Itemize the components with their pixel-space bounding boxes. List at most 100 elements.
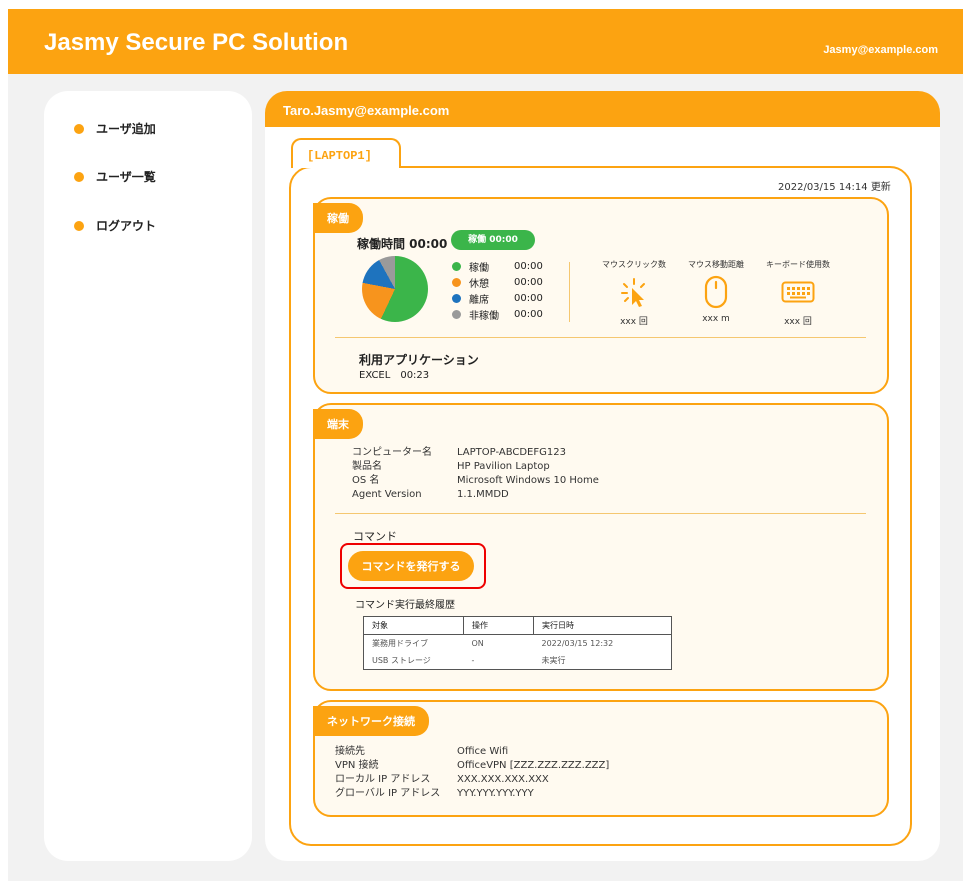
network-section-label: ネットワーク接続 xyxy=(313,706,429,736)
bullet-icon xyxy=(74,220,84,231)
legend-item: 非稼働 00:00 xyxy=(452,306,543,322)
info-key: グローバル IP アドレス xyxy=(335,788,441,799)
metric-value: xxx 回 xyxy=(620,317,648,327)
info-row: OS 名 Microsoft Windows 10 Home xyxy=(352,474,599,488)
mouse-icon xyxy=(676,274,756,310)
info-key: VPN 接続 xyxy=(335,760,379,771)
command-title: コマンド xyxy=(353,530,397,543)
column-header: 操作 xyxy=(463,616,534,635)
sidebar-item-label: ユーザ一覧 xyxy=(96,170,156,184)
info-row: ローカル IP アドレス XXX.XXX.XXX.XXX xyxy=(335,773,609,787)
info-row: グローバル IP アドレス YYY.YYY.YYY.YYY xyxy=(335,787,609,801)
legend-label: 離席 xyxy=(469,294,489,306)
info-value: HP Pavilion Laptop xyxy=(457,461,550,472)
history-title: コマンド実行最終履歴 xyxy=(355,600,455,611)
metric-mouse-distance: マウス移動距離 xxx m xyxy=(676,259,756,324)
legend-swatch xyxy=(452,261,461,271)
divider xyxy=(335,337,866,338)
legend-time: 00:00 xyxy=(514,276,543,288)
info-row: VPN 接続 OfficeVPN [ZZZ.ZZZ.ZZZ.ZZZ] xyxy=(335,759,609,773)
app-title: Jasmy Secure PC Solution xyxy=(44,29,349,56)
legend-time: 00:00 xyxy=(514,292,543,304)
info-value: LAPTOP-ABCDEFG123 xyxy=(457,447,566,458)
info-key: 製品名 xyxy=(352,461,382,472)
sidebar-item-add-user[interactable]: ユーザ追加 xyxy=(74,120,156,137)
info-value: 1.1.MMDD xyxy=(457,489,509,500)
app-name: EXCEL xyxy=(359,370,391,381)
sidebar: ユーザ追加 ユーザ一覧 ログアウト xyxy=(44,91,252,861)
command-history-table: 対象 操作 実行日時 業務用ドライブ ON 2022/03/15 12:32 U… xyxy=(363,616,672,670)
info-row: 製品名 HP Pavilion Laptop xyxy=(352,460,599,474)
updated-timestamp: 2022/03/15 14:14 更新 xyxy=(778,182,891,193)
table-cell: - xyxy=(471,656,475,665)
info-key: ローカル IP アドレス xyxy=(335,774,431,785)
app-time: 00:23 xyxy=(400,370,430,381)
legend-item: 休憩 00:00 xyxy=(452,274,543,290)
header-user-email: Jasmy@example.com xyxy=(823,44,938,56)
main-panel-header: Taro.Jasmy@example.com xyxy=(265,91,940,127)
info-value: Office Wifi xyxy=(457,746,509,757)
legend-time: 00:00 xyxy=(514,260,543,272)
keyboard-icon xyxy=(758,274,838,310)
sidebar-item-label: ユーザ追加 xyxy=(96,122,156,136)
bullet-icon xyxy=(74,123,84,134)
metric-label: マウスクリック数 xyxy=(602,260,666,269)
status-pie-chart xyxy=(362,256,428,322)
divider xyxy=(335,513,866,514)
info-key: コンピューター名 xyxy=(352,447,432,458)
legend-item: 離席 00:00 xyxy=(452,290,543,306)
bullet-icon xyxy=(74,171,84,182)
info-row: 接続先 Office Wifi xyxy=(335,745,609,759)
metric-label: マウス移動距離 xyxy=(688,260,744,269)
sidebar-item-label: ログアウト xyxy=(96,219,157,233)
main-user-email: Taro.Jasmy@example.com xyxy=(283,103,450,118)
app-usage-row: EXCEL 00:23 xyxy=(359,370,429,381)
metric-value: xxx m xyxy=(702,314,730,324)
metric-mouse-clicks: マウスクリック数 xxx 回 xyxy=(594,259,674,327)
info-row: Agent Version 1.1.MMDD xyxy=(352,488,599,502)
uptime-label: 稼働時間 00:00 xyxy=(357,237,448,251)
table-row: 業務用ドライブ ON 2022/03/15 12:32 xyxy=(364,635,672,653)
legend-label: 休憩 xyxy=(469,278,489,290)
legend-swatch xyxy=(452,293,461,303)
sidebar-item-logout[interactable]: ログアウト xyxy=(74,217,156,234)
terminal-section-label: 端末 xyxy=(313,409,363,439)
legend-item: 稼働 00:00 xyxy=(452,258,543,274)
info-row: コンピューター名 LAPTOP-ABCDEFG123 xyxy=(352,446,599,460)
table-cell: 未実行 xyxy=(541,656,566,665)
network-info: 接続先 Office Wifi VPN 接続 OfficeVPN [ZZZ.ZZZ.… xyxy=(335,745,609,801)
issue-command-button[interactable]: コマンドを発行する xyxy=(348,551,474,581)
info-value: Microsoft Windows 10 Home xyxy=(457,475,599,486)
click-icon xyxy=(594,274,674,310)
legend-swatch xyxy=(452,277,461,287)
info-value: XXX.XXX.XXX.XXX xyxy=(457,774,549,785)
metric-keyboard: キーボード使用数 xxx 回 xyxy=(758,259,838,327)
info-key: OS 名 xyxy=(352,475,380,486)
column-header: 実行日時 xyxy=(533,616,672,635)
column-header: 対象 xyxy=(363,616,464,635)
divider xyxy=(569,262,570,322)
apps-title: 利用アプリケーション xyxy=(359,353,479,367)
device-tab[interactable]: [LAPTOP1] xyxy=(291,138,401,168)
table-cell: 2022/03/15 12:32 xyxy=(541,639,614,648)
uptime-badge: 稼働 00:00 xyxy=(451,230,535,250)
info-value: OfficeVPN [ZZZ.ZZZ.ZZZ.ZZZ] xyxy=(457,760,610,771)
metric-label: キーボード使用数 xyxy=(766,260,830,269)
table-cell: ON xyxy=(471,639,484,648)
operation-section-label: 稼働 xyxy=(313,203,363,233)
info-key: 接続先 xyxy=(335,746,365,757)
info-key: Agent Version xyxy=(352,489,422,500)
table-header-row: 対象 操作 実行日時 xyxy=(363,616,672,635)
legend-label: 非稼働 xyxy=(469,310,499,322)
table-cell: 業務用ドライブ xyxy=(372,639,428,648)
sidebar-item-user-list[interactable]: ユーザ一覧 xyxy=(74,168,156,185)
app-header: Jasmy Secure PC Solution Jasmy@example.c… xyxy=(8,9,963,74)
table-cell: USB ストレージ xyxy=(372,656,431,665)
legend-time: 00:00 xyxy=(514,308,543,320)
terminal-info: コンピューター名 LAPTOP-ABCDEFG123 製品名 HP Pavilion… xyxy=(352,446,599,502)
info-value: YYY.YYY.YYY.YYY xyxy=(457,788,534,799)
table-row: USB ストレージ - 未実行 xyxy=(364,652,672,670)
status-legend: 稼働 00:00 休憩 00:00 離席 00:00 非稼働 00:00 xyxy=(452,258,543,322)
legend-label: 稼働 xyxy=(469,262,489,274)
metric-value: xxx 回 xyxy=(784,317,812,327)
